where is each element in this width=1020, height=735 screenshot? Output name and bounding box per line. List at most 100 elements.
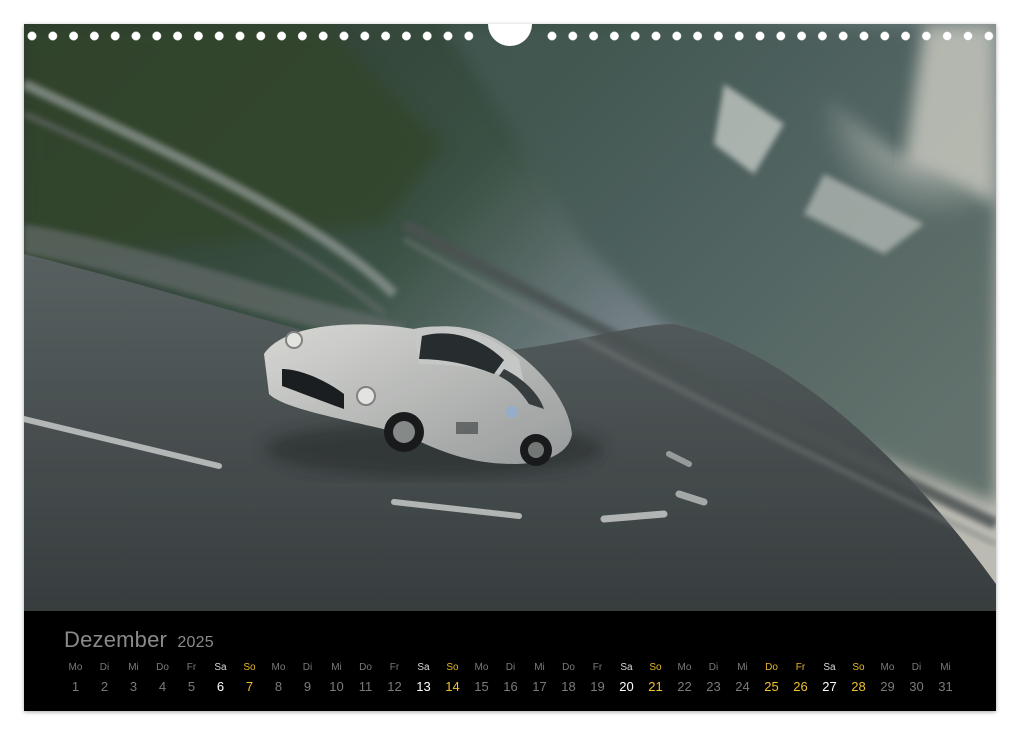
day-number: 2	[100, 679, 109, 694]
day-number: 22	[677, 679, 692, 694]
day-number: 27	[822, 679, 837, 694]
day-cell: Do 18	[554, 661, 583, 697]
day-number: 13	[416, 679, 431, 694]
weekday-label: Mo	[271, 662, 286, 673]
day-cell: Mo 29	[873, 661, 902, 697]
weekday-label: Fr	[795, 662, 806, 673]
weekday-label: Do	[765, 662, 778, 673]
weekday-label: Fr	[186, 662, 197, 673]
day-row: Mo 1 Di 2 Mi 3 Do 4 Fr 5 Sa 6 So 7 Mo 8 Di 9 Mi 10 Do 11 Fr 12 S…	[61, 661, 960, 697]
day-number: 15	[474, 679, 489, 694]
weekday-label: Mo	[677, 662, 692, 673]
day-number: 26	[793, 679, 808, 694]
day-cell: Mo 8	[264, 661, 293, 697]
day-number: 1	[71, 679, 80, 694]
calendar-page: Dezember 2025 Mo 1 Di 2 Mi 3 Do 4 Fr 5 Sa 6 So 7 Mo 8 Di…	[24, 24, 996, 711]
day-cell: Do 25	[757, 661, 786, 697]
year: 2025	[177, 634, 214, 651]
weekday-label: Di	[708, 662, 719, 673]
day-number: 25	[764, 679, 779, 694]
photo-illustration	[24, 24, 996, 611]
day-cell: Mi 31	[931, 661, 960, 697]
weekday-label: Do	[359, 662, 372, 673]
day-cell: Mo 15	[467, 661, 496, 697]
calendar-strip: Dezember 2025 Mo 1 Di 2 Mi 3 Do 4 Fr 5 Sa 6 So 7 Mo 8 Di…	[24, 611, 996, 711]
day-cell: Di 30	[902, 661, 931, 697]
weekday-label: Do	[562, 662, 575, 673]
weekday-label: So	[852, 662, 865, 673]
day-cell: Fr 26	[786, 661, 815, 697]
day-cell: Fr 19	[583, 661, 612, 697]
day-cell: Sa 13	[409, 661, 438, 697]
weekday-label: Di	[99, 662, 110, 673]
day-cell: Sa 6	[206, 661, 235, 697]
weekday-label: Fr	[592, 662, 603, 673]
day-number: 14	[445, 679, 460, 694]
day-number: 7	[245, 679, 254, 694]
day-number: 19	[590, 679, 605, 694]
month-name: Dezember	[64, 627, 168, 652]
weekday-label: Fr	[389, 662, 400, 673]
weekday-label: Mi	[128, 662, 139, 673]
day-number: 8	[274, 679, 283, 694]
weekday-label: So	[649, 662, 662, 673]
day-cell: Fr 5	[177, 661, 206, 697]
day-number: 16	[503, 679, 518, 694]
day-cell: Mi 24	[728, 661, 757, 697]
day-cell: Mo 1	[61, 661, 90, 697]
day-cell: So 21	[641, 661, 670, 697]
day-cell: Mo 22	[670, 661, 699, 697]
day-number: 20	[619, 679, 634, 694]
weekday-label: Mi	[534, 662, 545, 673]
day-cell: So 28	[844, 661, 873, 697]
day-cell: Mi 10	[322, 661, 351, 697]
day-cell: Mi 3	[119, 661, 148, 697]
day-number: 30	[909, 679, 924, 694]
weekday-label: Mo	[68, 662, 83, 673]
day-cell: Di 9	[293, 661, 322, 697]
day-number: 4	[158, 679, 167, 694]
day-cell: Do 11	[351, 661, 380, 697]
photo-racing-car-mountain-road	[24, 24, 996, 611]
day-cell: So 14	[438, 661, 467, 697]
weekday-label: Mo	[880, 662, 895, 673]
day-cell: Sa 20	[612, 661, 641, 697]
weekday-label: Mi	[737, 662, 748, 673]
day-number: 9	[303, 679, 312, 694]
month-title: Dezember 2025	[64, 627, 214, 653]
day-cell: Di 2	[90, 661, 119, 697]
day-number: 18	[561, 679, 576, 694]
day-number: 10	[329, 679, 344, 694]
day-number: 17	[532, 679, 547, 694]
day-number: 29	[880, 679, 895, 694]
weekday-label: Do	[156, 662, 169, 673]
day-cell: Do 4	[148, 661, 177, 697]
weekday-label: Sa	[417, 662, 430, 673]
weekday-label: Mi	[940, 662, 951, 673]
weekday-label: Sa	[823, 662, 836, 673]
weekday-label: Sa	[214, 662, 227, 673]
day-number: 24	[735, 679, 750, 694]
weekday-label: Sa	[620, 662, 633, 673]
day-number: 11	[358, 679, 373, 694]
day-number: 31	[938, 679, 953, 694]
day-number: 12	[387, 679, 402, 694]
day-number: 6	[216, 679, 225, 694]
day-cell: Fr 12	[380, 661, 409, 697]
weekday-label: Mo	[474, 662, 489, 673]
weekday-label: Di	[911, 662, 922, 673]
day-number: 28	[851, 679, 866, 694]
weekday-label: So	[243, 662, 256, 673]
day-number: 23	[706, 679, 721, 694]
weekday-label: Mi	[331, 662, 342, 673]
day-number: 5	[187, 679, 196, 694]
day-cell: Sa 27	[815, 661, 844, 697]
day-cell: Di 23	[699, 661, 728, 697]
weekday-label: Di	[505, 662, 516, 673]
day-cell: So 7	[235, 661, 264, 697]
weekday-label: So	[446, 662, 459, 673]
weekday-label: Di	[302, 662, 313, 673]
day-number: 3	[129, 679, 138, 694]
day-cell: Mi 17	[525, 661, 554, 697]
day-cell: Di 16	[496, 661, 525, 697]
